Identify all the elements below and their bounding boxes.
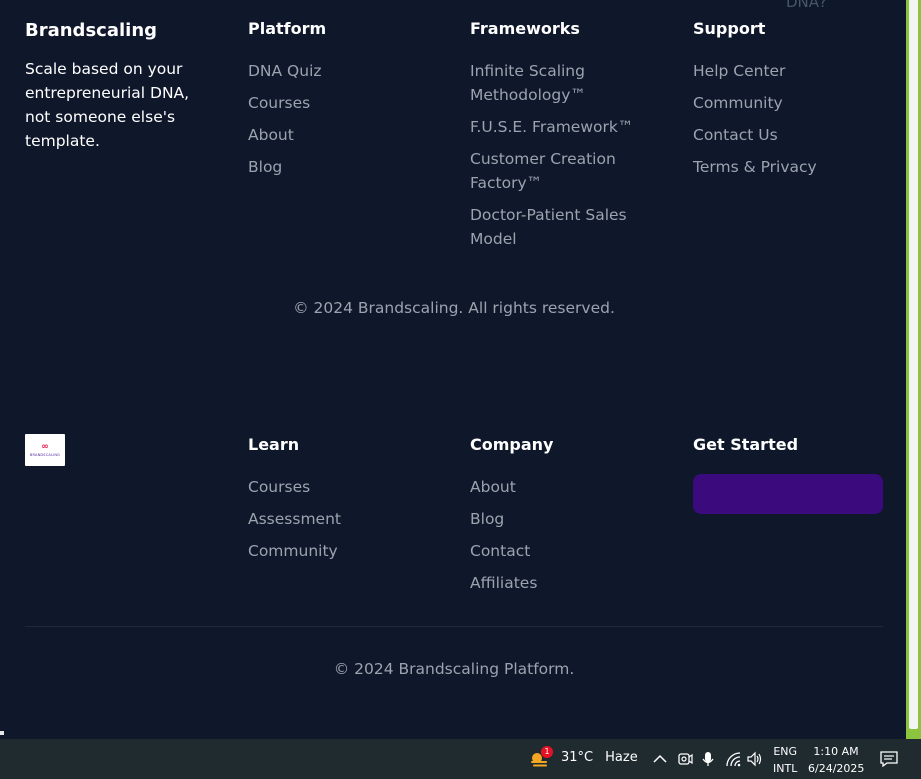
support-heading: Support xyxy=(693,19,766,38)
weather-condition: Haze xyxy=(605,750,638,765)
input-language[interactable]: ENG INTL xyxy=(773,743,797,777)
link-doctor-patient[interactable]: Doctor-Patient Sales Model xyxy=(470,203,650,251)
platform-heading: Platform xyxy=(248,19,327,38)
bottom-copyright: © 2024 Brandscaling Platform. xyxy=(333,660,575,678)
get-started-button[interactable] xyxy=(693,474,883,514)
link-community[interactable]: Community xyxy=(693,91,817,115)
link-dna-quiz[interactable]: DNA Quiz xyxy=(248,59,326,83)
learn-column: Learn Courses Assessment Community xyxy=(248,435,341,571)
link-help-center[interactable]: Help Center xyxy=(693,59,817,83)
clipped-heading-text: DNA? xyxy=(786,0,827,11)
speaker-icon[interactable] xyxy=(746,750,764,768)
clock-date: 6/24/2025 xyxy=(808,762,865,775)
wifi-icon[interactable] xyxy=(724,750,742,768)
platform-column: Platform DNA Quiz Courses About Blog xyxy=(248,19,326,187)
link-fuse-framework[interactable]: F.U.S.E. Framework™ xyxy=(470,115,650,139)
company-heading: Company xyxy=(470,435,554,454)
get-started-column: Get Started xyxy=(693,435,798,457)
company-column: Company About Blog Contact Affiliates xyxy=(470,435,553,603)
brand-logo[interactable]: ∞ BRANDSCALING xyxy=(25,434,65,466)
microphone-icon[interactable] xyxy=(699,750,717,768)
infinity-logo-icon: ∞ xyxy=(41,442,49,452)
footer-page: DNA? Brandscaling Scale based on your en… xyxy=(0,0,906,735)
footer-divider xyxy=(25,626,883,627)
scrollbar-thumb[interactable] xyxy=(909,0,918,729)
link-customer-creation[interactable]: Customer Creation Factory™ xyxy=(470,147,650,195)
scrollbar-track[interactable] xyxy=(906,0,921,739)
link-learn-community[interactable]: Community xyxy=(248,539,341,563)
taskbar: 1 31°C Haze ENG INTL 1:10 AM 6/24/2025 xyxy=(0,739,921,779)
frameworks-heading: Frameworks xyxy=(470,19,580,38)
link-about[interactable]: About xyxy=(248,123,326,147)
chevron-up-icon[interactable] xyxy=(651,750,669,768)
link-courses[interactable]: Courses xyxy=(248,91,326,115)
camera-icon[interactable] xyxy=(676,750,694,768)
weather-alert-badge: 1 xyxy=(541,746,553,758)
clock-time: 1:10 AM xyxy=(813,745,859,758)
brand-tagline: Scale based on your entrepreneurial DNA,… xyxy=(25,60,190,150)
window-corner xyxy=(0,731,4,735)
notification-icon[interactable] xyxy=(879,749,899,769)
clock[interactable]: 1:10 AM 6/24/2025 xyxy=(808,743,864,777)
get-started-heading: Get Started xyxy=(693,435,799,454)
temperature: 31°C xyxy=(561,750,594,765)
brand-column: Brandscaling Scale based on your entrepr… xyxy=(25,20,215,153)
learn-heading: Learn xyxy=(248,435,300,454)
link-learn-courses[interactable]: Courses xyxy=(248,475,341,499)
keyboard-layout: INTL xyxy=(773,762,798,775)
link-contact-us[interactable]: Contact Us xyxy=(693,123,817,147)
link-infinite-scaling[interactable]: Infinite Scaling Methodology™ xyxy=(470,59,650,107)
support-column: Support Help Center Community Contact Us… xyxy=(693,19,817,187)
frameworks-column: Frameworks Infinite Scaling Methodology™… xyxy=(470,19,650,259)
language-code: ENG xyxy=(773,745,798,758)
brand-name: Brandscaling xyxy=(25,20,158,41)
link-company-blog[interactable]: Blog xyxy=(470,507,553,531)
link-assessment[interactable]: Assessment xyxy=(248,507,341,531)
weather-readout[interactable]: 31°C Haze xyxy=(561,750,638,765)
top-copyright: © 2024 Brandscaling. All rights reserved… xyxy=(293,299,615,317)
link-blog[interactable]: Blog xyxy=(248,155,326,179)
link-terms-privacy[interactable]: Terms & Privacy xyxy=(693,155,817,179)
link-affiliates[interactable]: Affiliates xyxy=(470,571,553,595)
logo-wordmark: BRANDSCALING xyxy=(29,453,61,457)
link-company-contact[interactable]: Contact xyxy=(470,539,553,563)
link-company-about[interactable]: About xyxy=(470,475,553,499)
